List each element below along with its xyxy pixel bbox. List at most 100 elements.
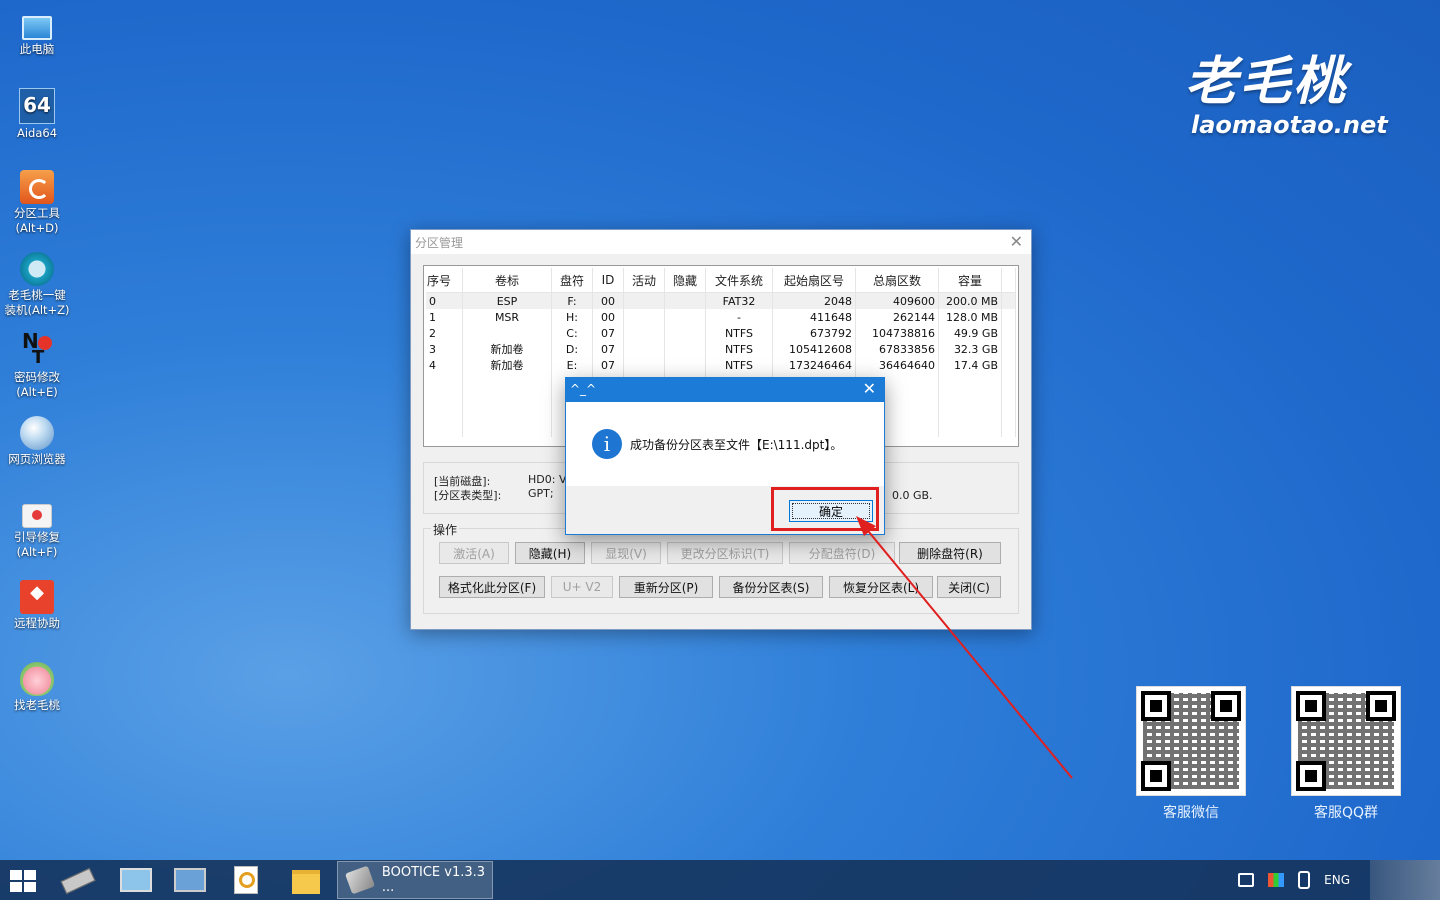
cell-filesystem: NTFS [705,341,773,357]
close-icon[interactable]: ✕ [1010,232,1023,251]
cell-index: 3 [426,341,463,357]
column-header[interactable]: 容量 [938,268,1002,293]
laomaotao-peach-icon [20,662,54,696]
cell-id: 00 [592,292,624,309]
hide-button[interactable]: 隐藏(H) [515,542,585,564]
desktop-icon-shortcut: (Alt+F) [16,545,58,559]
restore-partition-table-button[interactable]: 恢复分区表(L) [829,576,933,598]
column-header[interactable]: 文件系统 [705,268,773,293]
web-browser-icon [20,416,54,450]
desktop-icon-label: 密码修改 [14,370,60,384]
cell-start-sector: 673792 [772,325,856,341]
desktop-icon-aida64[interactable]: 64 Aida64 [4,88,70,141]
show-button[interactable]: 显现(V) [591,542,661,564]
desktop-icon-boot-repair[interactable]: 引导修复 (Alt+F) [4,498,70,560]
display-icon[interactable] [1268,873,1285,887]
backup-partition-table-button[interactable]: 备份分区表(S) [719,576,823,598]
cell-index: 4 [426,357,463,373]
system-tray: ENG [1238,860,1440,900]
taskbar-app-bootice[interactable]: BOOTICE v1.3.3 ... [337,861,493,899]
cell-total-sectors: 67833856 [855,341,939,357]
windows-start-icon[interactable] [10,870,36,892]
network-computer-icon[interactable] [116,864,156,896]
cell-start-sector: 411648 [772,309,856,325]
cell-active [623,357,665,373]
u-v2-button[interactable]: U+ V2 [551,576,613,598]
boot-repair-icon [22,504,52,528]
network-icon[interactable] [1238,873,1255,887]
window-title: 分区管理 [415,235,464,250]
column-header[interactable]: 盘符 [551,268,593,293]
keyboard-computer-icon[interactable] [170,864,210,896]
cell-capacity: 200.0 MB [938,292,1002,309]
cell-capacity: 49.9 GB [938,325,1002,341]
desktop-icon-web-browser[interactable]: 网页浏览器 [4,416,70,467]
cell-filesystem: - [705,309,773,325]
dialog-titlebar[interactable]: ^_^ ✕ [566,378,884,402]
close-button[interactable]: 关闭(C) [937,576,1001,598]
change-partition-id-button[interactable]: 更改分区标识(T) [667,542,783,564]
desktop-icon-one-click-install[interactable]: 老毛桃一键 装机(Alt+Z) [4,252,70,318]
desktop-icon-remote-assist[interactable]: 远程协助 [4,580,70,631]
cell-id: 00 [592,309,624,325]
desktop-icon-password-change[interactable]: N T 密码修改 (Alt+E) [4,331,70,400]
close-icon[interactable]: ✕ [863,378,876,400]
cell-spacer [1001,325,1016,341]
desktop-icon-label: 此电脑 [19,42,55,56]
partition-table-type-key: [分区表类型]: [434,489,502,502]
desktop-icon-find-laomaotao[interactable]: 找老毛桃 [4,662,70,713]
cell-id: 07 [592,357,624,373]
cell-total-sectors: 36464640 [855,357,939,373]
brand-logo: 老毛桃 laomaotao.net [1185,52,1388,139]
column-header[interactable]: 序号 [426,268,463,293]
memory-tool-icon[interactable] [58,864,98,896]
operations-label: 操作 [431,521,460,538]
column-header[interactable]: 隐藏 [664,268,706,293]
cell-start-sector: 2048 [772,292,856,309]
window-titlebar[interactable]: 分区管理 ✕ [411,230,1031,254]
cell-filesystem: NTFS [705,357,773,373]
cell-hidden [664,325,706,341]
qr-code-image [1291,686,1401,796]
column-header[interactable]: 卷标 [462,268,552,293]
table-header-row: 序号 卷标 盘符 ID 活动 隐藏 文件系统 起始扇区号 总扇区数 容量 [426,268,1016,293]
column-header[interactable]: ID [592,268,624,293]
table-row[interactable]: 1 MSR H: 00 - 411648 262144 128.0 MB [426,309,1016,325]
column-header[interactable]: 总扇区数 [855,268,939,293]
file-search-icon[interactable] [226,864,266,896]
activate-button[interactable]: 激活(A) [439,542,509,564]
remove-drive-letter-button[interactable]: 删除盘符(R) [899,542,1001,564]
column-header[interactable]: 起始扇区号 [772,268,856,293]
cell-label: 新加卷 [462,341,552,357]
partition-tool-icon [20,170,54,204]
cell-label: 新加卷 [462,357,552,373]
table-row[interactable]: 4 新加卷 E: 07 NTFS 173246464 36464640 17.4… [426,357,1016,373]
info-icon: i [592,429,622,459]
repartition-button[interactable]: 重新分区(P) [619,576,713,598]
desktop-icon-partition-tool[interactable]: 分区工具 (Alt+D) [4,170,70,236]
disk-size-tail: 0.0 GB. [892,489,933,502]
one-click-install-icon [20,252,54,286]
cell-index: 2 [426,325,463,341]
cell-filesystem: NTFS [705,325,773,341]
clock-area[interactable] [1370,860,1440,900]
qr-wechat: 客服微信 [1136,686,1246,822]
desktop-icon-this-pc[interactable]: 此电脑 [4,8,70,57]
cell-drive: E: [551,357,593,373]
column-header[interactable]: 活动 [623,268,665,293]
remote-assist-icon [20,580,54,614]
desktop-icon-label: 分区工具 [14,206,60,220]
format-partition-button[interactable]: 格式化此分区(F) [439,576,545,598]
folder-icon[interactable] [286,864,326,896]
table-row[interactable]: 0 ESP F: 00 FAT32 2048 409600 200.0 MB [426,292,1016,309]
input-language[interactable]: ENG [1324,873,1350,887]
cell-drive: H: [551,309,593,325]
table-row[interactable]: 3 新加卷 D: 07 NTFS 105412608 67833856 32.3… [426,341,1016,357]
table-row[interactable]: 2 C: 07 NTFS 673792 104738816 49.9 GB [426,325,1016,341]
computer-icon [22,16,52,40]
assign-drive-letter-button[interactable]: 分配盘符(D) [789,542,895,564]
desktop-icon-label: 老毛桃一键 [8,288,66,302]
usb-icon[interactable] [1298,871,1311,889]
cell-total-sectors: 262144 [855,309,939,325]
cell-hidden [664,292,706,309]
